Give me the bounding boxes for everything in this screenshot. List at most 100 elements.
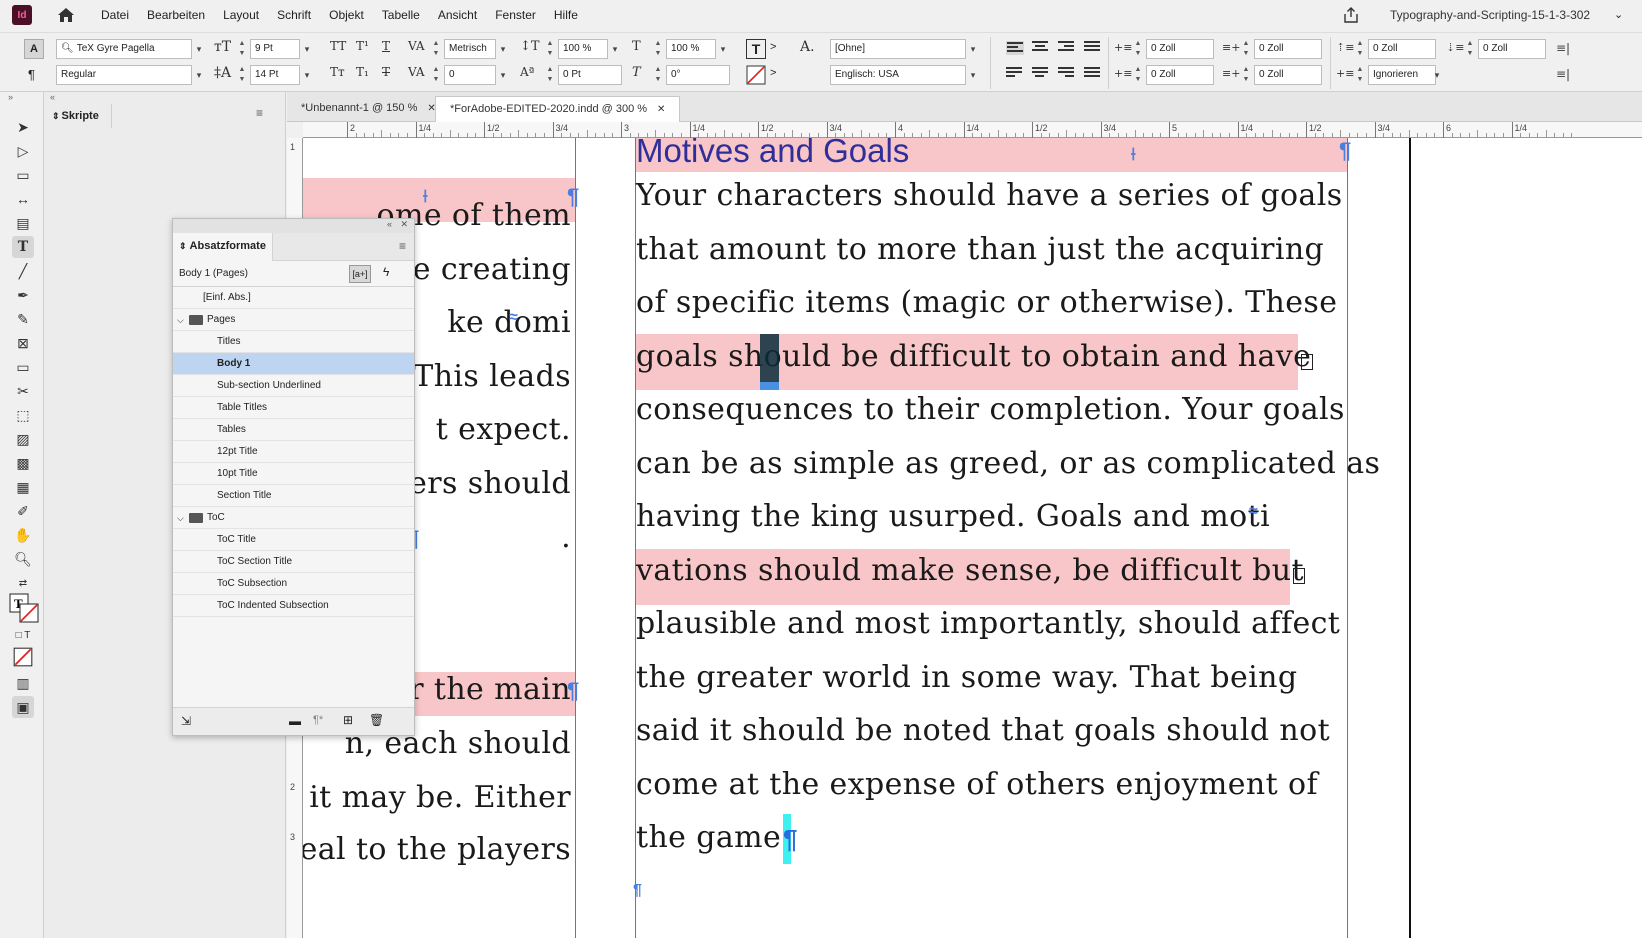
body-text-line[interactable]: of specific items (magic or otherwise). … — [636, 285, 1337, 320]
document-canvas[interactable]: ¶ ¶ ⟊ ⟊ ome of theme creatingke domi≈Thi… — [303, 138, 1642, 938]
style-item[interactable]: Section Title — [173, 485, 414, 507]
body-text-line[interactable]: can be as simple as greed, or as complic… — [636, 446, 1380, 481]
body-text-line[interactable]: . — [561, 520, 571, 555]
stepper-icon[interactable]: ▲ ▼ — [1240, 39, 1252, 59]
grid-align-field[interactable]: Ignorieren — [1368, 65, 1436, 85]
style-item[interactable]: Tables — [173, 419, 414, 441]
style-item[interactable]: Titles — [173, 331, 414, 353]
stepper-icon[interactable]: ▲ ▼ — [652, 65, 664, 85]
gap-tool-icon[interactable]: ↔ — [12, 188, 34, 210]
apply-none-icon[interactable] — [12, 646, 34, 668]
body-text-line[interactable]: said it should be noted that goals shoul… — [636, 713, 1330, 748]
small-caps-icon[interactable]: Tт — [330, 65, 345, 79]
new-style-button[interactable]: [a+] — [349, 265, 371, 283]
stepper-icon[interactable]: ▲ ▼ — [1464, 39, 1476, 59]
style-group[interactable]: ⌵ Pages — [173, 309, 414, 331]
font-family-field[interactable]: 🔍︎ TeX Gyre Pagella — [56, 39, 192, 59]
all-caps-icon[interactable]: TT — [330, 39, 346, 53]
style-item[interactable]: ToC Indented Subsection — [173, 595, 414, 617]
text-fill-icon[interactable]: T — [746, 39, 766, 59]
superscript-icon[interactable]: T¹ — [356, 39, 369, 53]
font-style-field[interactable]: Regular — [56, 65, 192, 85]
style-item[interactable]: 12pt Title — [173, 441, 414, 463]
clear-override-icon[interactable]: ¶* — [313, 714, 323, 726]
chevron-down-icon[interactable]: ▾ — [966, 39, 980, 59]
justify-center-icon[interactable] — [1032, 67, 1050, 81]
stepper-icon[interactable]: ▲ ▼ — [1132, 65, 1144, 85]
align-center-icon[interactable] — [1032, 41, 1050, 55]
page-tool-icon[interactable]: ▭ — [12, 164, 34, 186]
new-style-icon[interactable]: ⊞ — [343, 713, 353, 727]
home-icon[interactable] — [56, 5, 76, 25]
content-collector-icon[interactable]: ▤ — [12, 212, 34, 234]
chevron-down-icon[interactable]: ⌵ — [177, 507, 184, 529]
chevron-down-icon[interactable]: ▾ — [966, 65, 980, 85]
pen-tool-icon[interactable]: ✒ — [12, 284, 34, 306]
body-text-line[interactable]: come at the expense of others enjoyment … — [636, 767, 1318, 802]
chevron-down-icon[interactable]: ▾ — [300, 65, 314, 85]
close-icon[interactable]: ✕ — [400, 219, 408, 230]
style-item[interactable]: ToC Section Title — [173, 551, 414, 573]
view-mode-icon[interactable]: ▥ — [12, 672, 34, 694]
body-text-line[interactable]: that amount to more than just the acquir… — [636, 232, 1324, 267]
stepper-icon[interactable]: ▲ ▼ — [544, 39, 556, 59]
underline-icon[interactable]: T — [382, 39, 390, 53]
panel-drag-bar[interactable]: « ✕ — [173, 219, 414, 233]
eyedropper-tool-icon[interactable]: ✐ — [12, 500, 34, 522]
selection-tool-icon[interactable]: ➤ — [12, 116, 34, 138]
fill-stroke-icon[interactable]: T — [8, 592, 40, 624]
gradient-feather-tool-icon[interactable]: ▩ — [12, 452, 34, 474]
stepper-icon[interactable]: ▲ ▼ — [544, 65, 556, 85]
body-text-line[interactable]: Your characters should have a series of … — [636, 178, 1343, 213]
menu-hilfe[interactable]: Hilfe — [545, 8, 587, 22]
swap-fill-stroke-icon[interactable]: ⇄ — [12, 572, 34, 594]
menu-schrift[interactable]: Schrift — [268, 8, 320, 22]
body-text-line[interactable]: the greater world in some way. That bein… — [636, 660, 1298, 695]
stepper-icon[interactable]: ▲ ▼ — [652, 39, 664, 59]
character-style-field[interactable]: [Ohne] — [830, 39, 966, 59]
columns-icon[interactable]: ≡| — [1556, 41, 1570, 55]
last-line-indent-field[interactable]: 0 Zoll — [1254, 65, 1322, 85]
body-text-line[interactable]: having the king usurped. Goals and moti — [636, 499, 1270, 534]
body-text-line[interactable]: plausible and most importantly, should a… — [636, 606, 1340, 641]
right-indent-field[interactable]: 0 Zoll — [1254, 39, 1322, 59]
body-text-line[interactable]: yers should — [392, 466, 571, 501]
collapse-icon[interactable]: « — [50, 92, 55, 102]
collapse-icon[interactable]: » — [8, 92, 13, 102]
line-tool-icon[interactable]: ╱ — [12, 260, 34, 282]
style-item[interactable]: ToC Title — [173, 529, 414, 551]
justify-left-icon[interactable] — [1006, 67, 1024, 81]
body-text-line[interactable]: vations should make sense, be difficult … — [636, 553, 1304, 588]
paragraph-mode-icon[interactable]: ¶ — [28, 67, 35, 82]
stepper-icon[interactable]: ▲ ▼ — [1354, 39, 1366, 59]
strikethrough-icon[interactable]: T — [382, 65, 390, 79]
direct-selection-tool-icon[interactable]: ▷ — [12, 140, 34, 162]
align-right-icon[interactable] — [1058, 41, 1076, 55]
pencil-tool-icon[interactable]: ✎ — [12, 308, 34, 330]
style-item[interactable]: Body 1 — [173, 353, 414, 375]
chevron-right-icon[interactable]: > — [770, 41, 776, 53]
span-columns-icon[interactable]: ≡| — [1556, 67, 1570, 81]
stepper-icon[interactable]: ▲ ▼ — [1132, 39, 1144, 59]
load-styles-icon[interactable]: ⇲ — [181, 714, 191, 728]
gradient-swatch-tool-icon[interactable]: ▨ — [12, 428, 34, 450]
vertical-scale-field[interactable]: 100 % — [558, 39, 608, 59]
chevron-down-icon[interactable]: ⌄ — [1614, 8, 1623, 21]
rectangle-frame-tool-icon[interactable]: ⊠ — [12, 332, 34, 354]
chevron-down-icon[interactable]: ▾ — [608, 39, 622, 59]
scissors-tool-icon[interactable]: ✂ — [12, 380, 34, 402]
stepper-icon[interactable]: ▲ ▼ — [430, 65, 442, 85]
style-item[interactable]: [Einf. Abs.] — [173, 287, 414, 309]
tab-unbenannt[interactable]: *Unbenannt-1 @ 150 % ✕ — [287, 96, 450, 122]
space-after-field[interactable]: 0 Zoll — [1478, 39, 1546, 59]
font-size-field[interactable]: 9 Pt — [250, 39, 300, 59]
justify-all-icon[interactable] — [1084, 67, 1102, 81]
note-tool-icon[interactable]: ▦ — [12, 476, 34, 498]
style-item[interactable]: 10pt Title — [173, 463, 414, 485]
stepper-icon[interactable]: ▲ ▼ — [430, 39, 442, 59]
hand-tool-icon[interactable]: ✋ — [12, 524, 34, 546]
style-item[interactable]: Sub-section Underlined — [173, 375, 414, 397]
chevron-right-icon[interactable]: > — [770, 67, 776, 79]
clear-overrides-icon[interactable]: ϟ — [383, 265, 389, 279]
justify-icon[interactable] — [1084, 41, 1102, 55]
